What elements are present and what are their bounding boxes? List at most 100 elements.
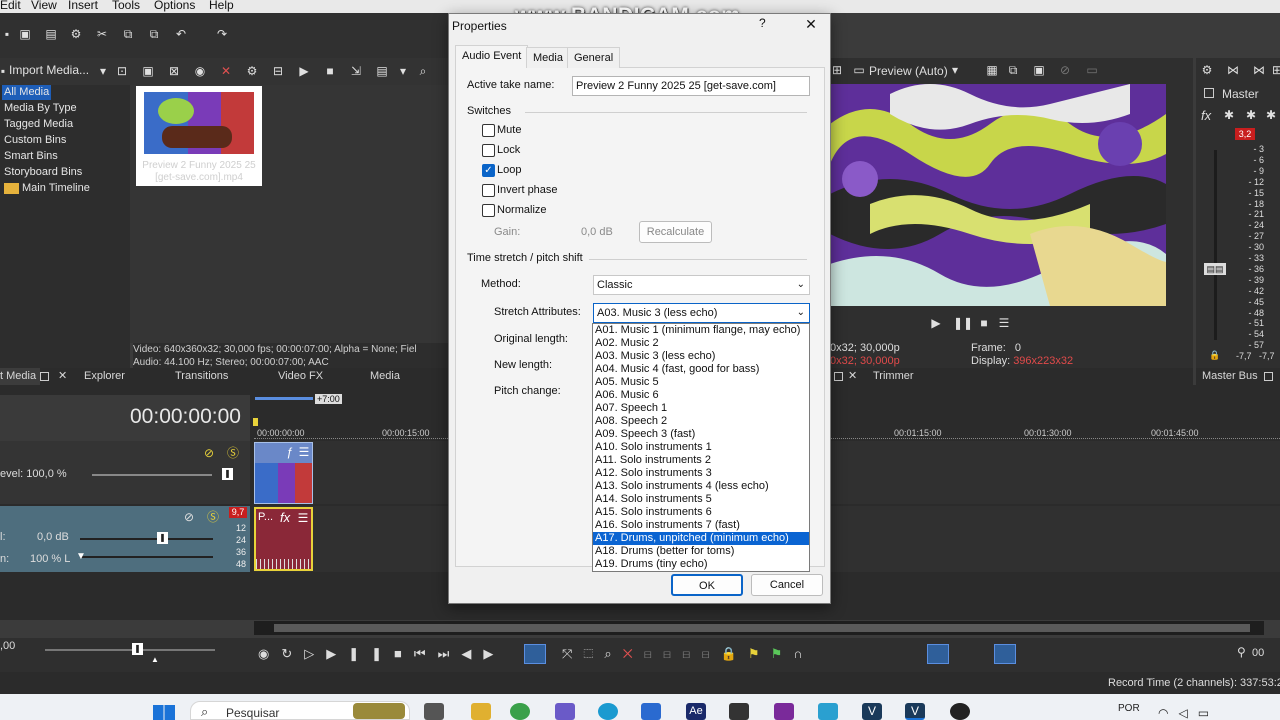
- go-to-start-icon[interactable]: ⏮: [414, 646, 438, 661]
- cut-icon[interactable]: ✂: [95, 27, 109, 41]
- scrollbar-thumb[interactable]: [274, 624, 1250, 632]
- rate-handle[interactable]: ❚: [132, 643, 143, 655]
- dropdown-option[interactable]: A18. Drums (better for toms): [593, 545, 809, 558]
- paste-icon[interactable]: ⧉: [147, 27, 161, 41]
- loop-region-bar[interactable]: [255, 397, 313, 400]
- tree-item-storyboard-bins[interactable]: Storyboard Bins: [4, 165, 82, 180]
- chevron-down-icon[interactable]: ▾: [948, 63, 962, 77]
- master-checkbox[interactable]: [1204, 88, 1214, 98]
- normal-edit-tool[interactable]: [524, 644, 546, 664]
- battery-icon[interactable]: ▭: [1198, 706, 1219, 720]
- edge-icon[interactable]: [598, 703, 618, 720]
- tab-master-bus[interactable]: Master Bus: [1202, 368, 1258, 385]
- close-icon[interactable]: ✕: [848, 368, 857, 385]
- capture-icon[interactable]: ▣: [141, 64, 155, 78]
- auto-preview-icon[interactable]: ⇲: [349, 64, 363, 78]
- play-icon[interactable]: ▶: [297, 64, 311, 78]
- fx-icon[interactable]: fx: [280, 510, 290, 525]
- dropdown-option[interactable]: A11. Solo instruments 2: [593, 454, 809, 467]
- tab-general[interactable]: General: [567, 47, 621, 68]
- zoom-tool-icon[interactable]: ⌕: [604, 646, 622, 661]
- render-icon[interactable]: ▤: [44, 27, 58, 41]
- store-icon[interactable]: [641, 703, 661, 720]
- remove-icon[interactable]: ✕: [219, 64, 233, 78]
- redo-icon[interactable]: ↷: [215, 27, 229, 41]
- dropdown-option[interactable]: A05. Music 5: [593, 376, 809, 389]
- maximize-icon[interactable]: [1264, 372, 1273, 381]
- windows-start-icon[interactable]: [153, 705, 175, 720]
- video-level-slider[interactable]: [92, 474, 212, 476]
- tree-item-tagged-media[interactable]: Tagged Media: [4, 117, 73, 132]
- dropdown-option[interactable]: A12. Solo instruments 3: [593, 467, 809, 480]
- recalculate-button[interactable]: Recalculate: [639, 221, 712, 243]
- effects-icon[interactable]: ⊟: [271, 64, 285, 78]
- crossfade-button[interactable]: [994, 644, 1016, 664]
- tree-item-media-by-type[interactable]: Media By Type: [4, 101, 77, 116]
- fx-icon[interactable]: fx: [1201, 108, 1211, 123]
- menu-tools[interactable]: Tools: [112, 0, 140, 11]
- active-take-input[interactable]: Preview 2 Funny 2025 25 [get-save.com]: [572, 76, 810, 96]
- prev-frame-icon[interactable]: ◀: [461, 646, 483, 661]
- mute-checkbox[interactable]: [482, 124, 495, 137]
- solo-icon[interactable]: Ⓢ: [226, 446, 240, 460]
- method-select[interactable]: Classic ⌄: [593, 275, 810, 295]
- tree-item-all-media[interactable]: All Media: [2, 85, 52, 100]
- dropdown-option[interactable]: A14. Solo instruments 5: [593, 493, 809, 506]
- downmix-icon[interactable]: ⋈: [1226, 63, 1240, 77]
- bandicam-icon[interactable]: [950, 703, 970, 720]
- audio-volume-handle[interactable]: ❚: [157, 532, 168, 544]
- snap-icon[interactable]: ∩: [793, 646, 813, 661]
- close-icon[interactable]: ✕: [801, 16, 821, 33]
- rate-slider[interactable]: [45, 649, 215, 651]
- video-level-handle[interactable]: ❚: [222, 468, 233, 480]
- help-icon[interactable]: ?: [759, 16, 773, 30]
- delete-icon[interactable]: ✕: [623, 646, 644, 661]
- envelope-tool-icon[interactable]: ⤧: [562, 646, 583, 661]
- dropdown-option[interactable]: A10. Solo instruments 1: [593, 441, 809, 454]
- volume-icon[interactable]: ◁: [1178, 706, 1197, 720]
- settings-icon[interactable]: ⚙: [1200, 63, 1214, 77]
- fx-icon[interactable]: ƒ: [283, 445, 297, 459]
- hd-icon[interactable]: ▭: [1085, 63, 1099, 77]
- dropdown-option[interactable]: A03. Music 3 (less echo): [593, 350, 809, 363]
- get-media-icon[interactable]: ⊠: [167, 64, 181, 78]
- undo-icon[interactable]: ↶: [174, 27, 188, 41]
- online-icon[interactable]: ◉: [193, 64, 207, 78]
- mute-icon[interactable]: ✱: [1222, 108, 1236, 122]
- audio-event[interactable]: P... fx ☰: [254, 507, 313, 571]
- mute-icon[interactable]: ⊘: [202, 446, 216, 460]
- dropdown-option[interactable]: A15. Solo instruments 6: [593, 506, 809, 519]
- timeline-scrollbar[interactable]: [254, 621, 1264, 635]
- go-to-end-icon[interactable]: ⏭: [438, 646, 462, 661]
- dropdown-option[interactable]: A01. Music 1 (minimum flange, may echo): [593, 324, 809, 337]
- after-effects-icon[interactable]: Ae: [686, 703, 706, 720]
- dropdown-option[interactable]: A19. Drums (tiny echo): [593, 558, 809, 571]
- menu-view[interactable]: View: [31, 0, 57, 11]
- menu-icon[interactable]: ☰: [296, 511, 310, 525]
- tab-video-fx[interactable]: Video FX: [278, 368, 323, 385]
- dropdown-option[interactable]: A02. Music 2: [593, 337, 809, 350]
- cancel-button[interactable]: Cancel: [751, 574, 823, 596]
- trim-icon[interactable]: ⊟: [644, 646, 663, 661]
- more-icon[interactable]: ⊞: [1272, 63, 1280, 77]
- lock-icon[interactable]: 🔒: [1208, 348, 1222, 362]
- monitor-icon[interactable]: ▭: [852, 63, 866, 77]
- copy-snapshot-icon[interactable]: ⧉: [1006, 63, 1020, 77]
- chrome-icon[interactable]: [510, 703, 530, 720]
- selection-tool-icon[interactable]: ⬚: [583, 646, 604, 661]
- settings-icon[interactable]: ⚙: [69, 27, 83, 41]
- record-icon[interactable]: ◉: [258, 646, 281, 661]
- language-indicator[interactable]: POR: [1118, 703, 1140, 714]
- ok-button[interactable]: OK: [671, 574, 743, 596]
- grid-icon[interactable]: ▦: [985, 63, 999, 77]
- tree-item-smart-bins[interactable]: Smart Bins: [4, 149, 58, 164]
- next-frame-icon[interactable]: ▶: [483, 646, 505, 661]
- loop-icon[interactable]: ↻: [281, 646, 304, 661]
- clipchamp-icon[interactable]: [774, 703, 794, 720]
- play-icon[interactable]: ▶: [929, 316, 943, 330]
- tab-project-media[interactable]: t Media: [0, 368, 41, 385]
- master-fader-track[interactable]: [1214, 150, 1217, 340]
- stop-icon[interactable]: ■: [977, 316, 991, 330]
- pause-icon[interactable]: ❚❚: [953, 316, 973, 330]
- normalize-checkbox[interactable]: [482, 204, 495, 217]
